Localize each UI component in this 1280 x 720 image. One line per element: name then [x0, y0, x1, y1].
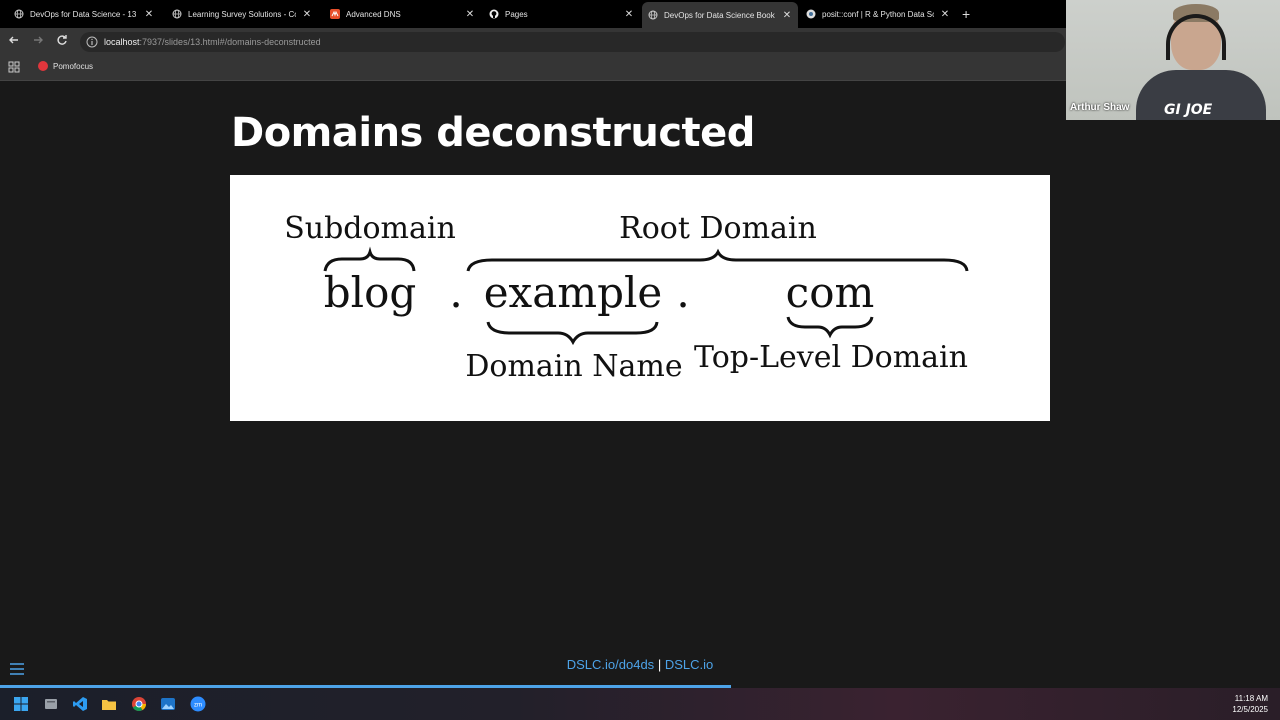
close-icon[interactable]: ✕ [624, 9, 634, 20]
pomofocus-icon [38, 61, 48, 71]
bookmark-pomofocus[interactable]: Pomofocus [38, 61, 93, 71]
domain-diagram: Subdomain Root Domain blog . example . c… [230, 175, 1050, 421]
close-icon[interactable]: ✕ [940, 9, 950, 20]
tab-posit-conf[interactable]: posit::conf | R & Python Data Sc ✕ [800, 3, 956, 25]
url-field[interactable]: localhost:7937/slides/13.html#/domains-d… [80, 32, 1065, 52]
tab-strip: DevOps for Data Science - 13 ✕ Learning … [0, 0, 1068, 28]
tab-title: posit::conf | R & Python Data Sc [822, 9, 934, 19]
svg-text:zm: zm [194, 703, 202, 709]
subdomain-label: Subdomain [284, 211, 456, 246]
participant-name: Arthur Shaw [1070, 102, 1130, 113]
tab-devops-13[interactable]: DevOps for Data Science - 13 ✕ [8, 3, 160, 25]
clock-time: 11:18 AM [1234, 694, 1268, 703]
slide-title: Domains deconstructed [231, 110, 755, 156]
arrow-left-icon [9, 36, 18, 44]
tab-learning-survey[interactable]: Learning Survey Solutions - Co ✕ [166, 3, 318, 25]
tld-label: Top-Level Domain [694, 340, 968, 375]
chrome-icon[interactable] [131, 696, 147, 712]
address-bar-row: localhost:7937/slides/13.html#/domains-d… [0, 28, 1068, 56]
tab-pages[interactable]: Pages ✕ [483, 3, 640, 25]
system-clock[interactable]: 11:18 AM 12/5/2025 [1232, 693, 1268, 715]
part-domain: example [484, 268, 663, 317]
info-icon [86, 36, 98, 48]
tab-title: DevOps for Data Science Book [664, 10, 775, 20]
file-explorer-icon[interactable] [43, 696, 59, 712]
root-domain-label: Root Domain [619, 211, 817, 246]
arrow-right-icon [34, 36, 43, 44]
namecheap-icon [330, 9, 340, 19]
tab-devops-book[interactable]: DevOps for Data Science Book ✕ [642, 2, 798, 28]
shirt-logo: GI JOE [1164, 102, 1213, 118]
tab-title: DevOps for Data Science - 13 [30, 9, 137, 19]
globe-icon [648, 10, 658, 20]
close-icon[interactable]: ✕ [782, 10, 792, 21]
dot-2: . [676, 268, 689, 317]
footer-link-do4ds[interactable]: DSLC.io/do4ds [567, 657, 654, 672]
bookmarks-bar: Pomofocus [0, 56, 1068, 81]
reload-icon [57, 35, 67, 45]
github-icon [489, 9, 499, 19]
part-tld: com [786, 268, 875, 317]
slide-footer: DSLC.io/do4ds | DSLC.io [0, 657, 1280, 672]
domain-name-brace [486, 321, 659, 346]
forward-button[interactable] [30, 34, 46, 50]
photos-icon[interactable] [160, 696, 176, 712]
zoom-icon[interactable]: zm [190, 696, 206, 712]
url-path: :7937/slides/13.html#/domains-deconstruc… [139, 37, 321, 47]
dot-1: . [449, 268, 462, 317]
tab-title: Pages [505, 9, 528, 19]
vscode-icon[interactable] [72, 696, 88, 712]
tab-advanced-dns[interactable]: Advanced DNS ✕ [324, 3, 481, 25]
globe-icon [14, 9, 24, 19]
domain-name-label: Domain Name [465, 349, 682, 384]
tab-title: Learning Survey Solutions - Co [188, 9, 296, 19]
webcam-video: GI JOE Arthur Shaw [1066, 0, 1280, 120]
tab-title: Advanced DNS [346, 9, 401, 19]
taskbar: zm 11:18 AM 12/5/2025 [0, 688, 1280, 720]
back-button[interactable] [6, 34, 22, 50]
url-host: localhost [104, 37, 140, 47]
windows-start-icon[interactable] [13, 696, 29, 712]
folder-icon[interactable] [101, 696, 117, 712]
footer-link-dslc[interactable]: DSLC.io [665, 657, 713, 672]
apps-grid-icon[interactable] [8, 61, 20, 73]
footer-separator: | [657, 657, 662, 672]
close-icon[interactable]: ✕ [302, 9, 312, 20]
close-icon[interactable]: ✕ [465, 9, 475, 20]
posit-icon [806, 9, 816, 19]
close-icon[interactable]: ✕ [144, 9, 154, 20]
bookmark-label: Pomofocus [53, 61, 94, 71]
tld-brace [786, 316, 874, 339]
globe-icon [172, 9, 182, 19]
reload-button[interactable] [54, 34, 70, 50]
clock-date: 12/5/2025 [1232, 705, 1268, 714]
part-subdomain: blog [324, 268, 417, 317]
new-tab-button[interactable]: + [962, 6, 970, 22]
